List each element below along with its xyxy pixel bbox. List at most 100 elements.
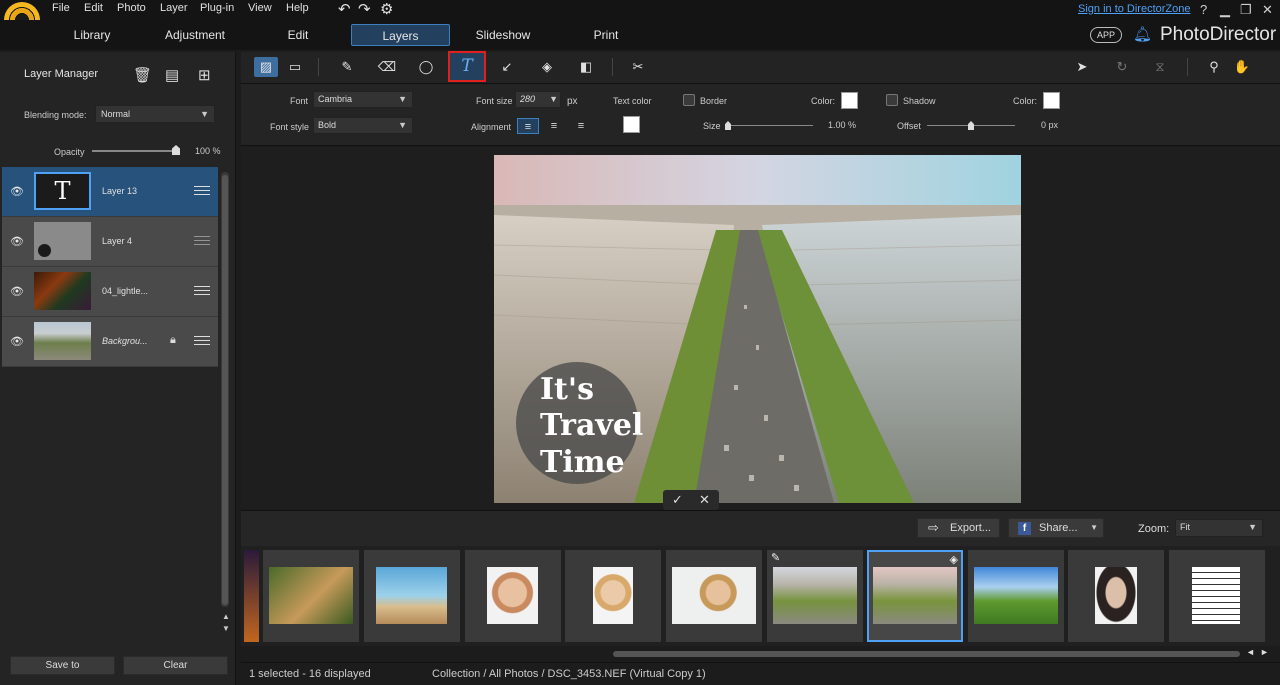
add-layer-icon[interactable]: ⊞ xyxy=(198,66,211,84)
filmstrip-thumbnail[interactable] xyxy=(364,550,460,642)
font-style-value: Bold xyxy=(318,120,337,130)
brush-tool-icon[interactable]: ✎ xyxy=(335,57,359,77)
share-button[interactable]: f Share... ▼ xyxy=(1008,518,1104,538)
font-select[interactable]: Cambria ▼ xyxy=(313,91,413,108)
photo-canvas[interactable]: It's Travel Time xyxy=(494,155,1021,503)
text-color-swatch[interactable] xyxy=(623,116,640,133)
close-icon[interactable]: ✕ xyxy=(1262,2,1273,18)
filmstrip-thumbnail[interactable] xyxy=(666,550,762,642)
filmstrip-thumbnail[interactable]: ✎ xyxy=(767,550,863,642)
select-arrow-icon[interactable]: ➤ xyxy=(1070,57,1094,77)
tab-layers[interactable]: Layers xyxy=(351,24,450,46)
selection-brush-icon[interactable]: ↙ xyxy=(495,57,519,77)
filmstrip-scrollbar[interactable] xyxy=(613,651,1240,657)
gradient-tool-icon[interactable]: ◧ xyxy=(574,57,598,77)
help-button[interactable]: ? xyxy=(1200,2,1207,17)
menu-plugin[interactable]: Plug-in xyxy=(200,2,234,14)
redo-icon[interactable]: ↷ xyxy=(358,0,371,18)
text-tool-icon[interactable]: T xyxy=(448,51,486,82)
filmstrip-thumbnail[interactable] xyxy=(565,550,661,642)
fill-bucket-icon[interactable]: ◈ xyxy=(535,57,559,77)
restore-icon[interactable]: ❐ xyxy=(1240,2,1252,18)
border-checkbox[interactable] xyxy=(683,94,695,106)
visibility-eye-icon[interactable]: 👁︎ xyxy=(10,185,24,198)
zoom-select[interactable]: Fit ▼ xyxy=(1175,519,1263,537)
file-path-status: Collection / All Photos / DSC_3453.NEF (… xyxy=(432,668,706,680)
filmstrip-thumbnail[interactable] xyxy=(263,550,359,642)
layer-row[interactable]: 👁︎ Layer 4 xyxy=(2,217,218,267)
layer-row[interactable]: 👁︎ 04_lightle... xyxy=(2,267,218,317)
align-center-icon[interactable]: ≡ xyxy=(543,118,565,134)
scroll-left-icon[interactable]: ◄ xyxy=(1246,647,1255,657)
confirm-check-icon[interactable]: ✓ xyxy=(672,492,683,508)
save-to-button[interactable]: Save to xyxy=(10,656,115,675)
ellipse-tool-icon[interactable]: ◯ xyxy=(414,57,438,77)
scroll-right-icon[interactable]: ► xyxy=(1260,647,1269,657)
delete-layer-icon[interactable]: 🗑︎ xyxy=(133,66,152,84)
facebook-icon: f xyxy=(1018,522,1031,535)
filmstrip-thumbnail[interactable] xyxy=(1169,550,1265,642)
menu-layer[interactable]: Layer xyxy=(160,2,188,14)
canvas-text-line[interactable]: Travel xyxy=(540,408,643,443)
canvas-text-line[interactable]: Time xyxy=(540,445,625,480)
scroll-down-icon[interactable]: ▼ xyxy=(222,624,230,633)
size-slider-track[interactable] xyxy=(725,125,813,126)
zoom-magnifier-icon[interactable]: ⚲ xyxy=(1202,57,1226,77)
align-left-icon[interactable]: ≡ xyxy=(517,118,539,134)
filmstrip-thumbnail[interactable] xyxy=(1068,550,1164,642)
filmstrip-thumbnail[interactable] xyxy=(244,550,259,642)
scroll-up-icon[interactable]: ▲ xyxy=(222,612,230,621)
hand-pan-icon[interactable]: ✋ xyxy=(1230,57,1254,77)
layer-list-scrollbar-thumb[interactable] xyxy=(222,175,228,605)
filmstrip-thumbnail-selected[interactable]: ◈ xyxy=(867,550,963,642)
app-badge[interactable]: APP xyxy=(1090,27,1122,43)
filmstrip-thumbnail[interactable] xyxy=(968,550,1064,642)
shadow-checkbox[interactable] xyxy=(886,94,898,106)
visibility-eye-icon[interactable]: 👁︎ xyxy=(10,235,24,248)
font-style-select[interactable]: Bold ▼ xyxy=(313,117,413,134)
blending-mode-select[interactable]: Normal ▼ xyxy=(95,105,215,123)
notification-bell-icon[interactable]: 🔔︎ xyxy=(1133,25,1152,43)
layer-options-icon[interactable] xyxy=(194,333,210,347)
tab-adjustment[interactable]: Adjustment xyxy=(145,24,245,46)
tab-library[interactable]: Library xyxy=(42,24,142,46)
rotate-icon[interactable]: ↻ xyxy=(1110,57,1134,77)
tools-icon[interactable]: ✂ xyxy=(626,57,650,77)
export-button[interactable]: ⇨ Export... xyxy=(917,518,1000,538)
tab-edit[interactable]: Edit xyxy=(248,24,348,46)
menu-photo[interactable]: Photo xyxy=(117,2,146,14)
eraser-tool-icon[interactable]: ⌫ xyxy=(375,57,399,77)
canvas-text-line[interactable]: It's xyxy=(540,372,594,407)
menu-file[interactable]: File xyxy=(52,2,70,14)
settings-gear-icon[interactable]: ⚙ xyxy=(380,0,393,18)
clear-button[interactable]: Clear xyxy=(123,656,228,675)
flip-icon[interactable]: ⧖ xyxy=(1148,57,1172,77)
add-image-layer-icon[interactable]: ▨ xyxy=(254,57,278,77)
visibility-eye-icon[interactable]: 👁︎ xyxy=(10,335,24,348)
layer-options-icon[interactable] xyxy=(194,283,210,297)
shadow-color-swatch[interactable] xyxy=(1043,92,1060,109)
menu-help[interactable]: Help xyxy=(286,2,309,14)
filmstrip-thumbnail[interactable] xyxy=(465,550,561,642)
undo-icon[interactable]: ↶ xyxy=(338,0,351,18)
menu-edit[interactable]: Edit xyxy=(84,2,103,14)
tab-print[interactable]: Print xyxy=(556,24,656,46)
border-color-swatch[interactable] xyxy=(841,92,858,109)
layer-row[interactable]: 👁︎ T Layer 13 xyxy=(2,167,218,217)
cancel-x-icon[interactable]: ✕ xyxy=(699,492,710,508)
layer-menu-icon[interactable]: ▤ xyxy=(165,66,179,84)
toolbar-divider xyxy=(1187,58,1188,76)
layer-options-icon[interactable] xyxy=(194,183,210,197)
visibility-eye-icon[interactable]: 👁︎ xyxy=(10,285,24,298)
opacity-label: Opacity xyxy=(54,147,85,157)
layer-options-icon[interactable] xyxy=(194,233,210,247)
add-photo-layer-icon[interactable]: ▭ xyxy=(283,57,307,77)
menu-view[interactable]: View xyxy=(248,2,272,14)
opacity-slider-track[interactable] xyxy=(92,150,179,152)
font-size-input[interactable]: 280 ▼ xyxy=(515,91,561,108)
minimize-icon[interactable]: ▁ xyxy=(1220,2,1230,18)
align-right-icon[interactable]: ≡ xyxy=(570,118,592,134)
sign-in-link[interactable]: Sign in to DirectorZone xyxy=(1078,3,1191,15)
layer-row[interactable]: 👁︎ Backgrou... xyxy=(2,317,218,367)
tab-slideshow[interactable]: Slideshow xyxy=(453,24,553,46)
